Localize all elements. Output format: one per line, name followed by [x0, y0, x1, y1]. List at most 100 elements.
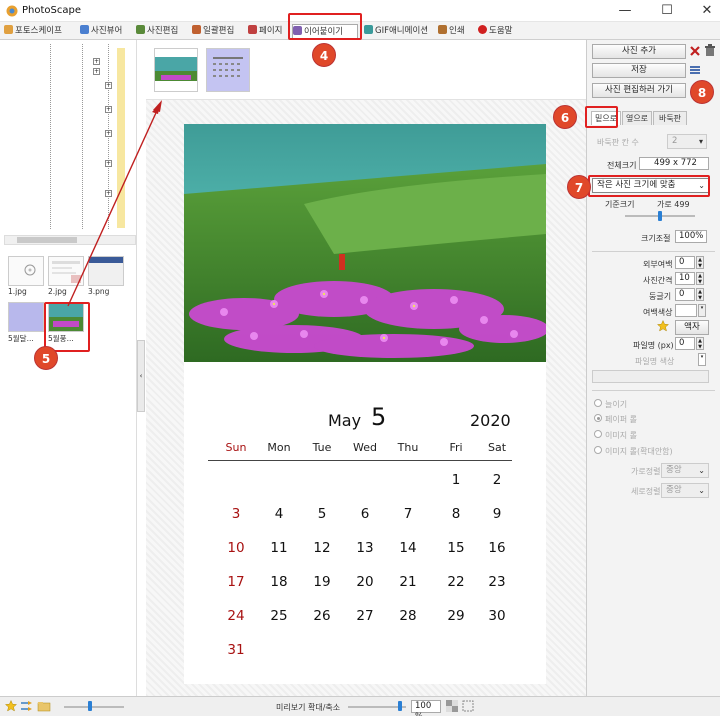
tab-viewer-icon — [80, 25, 89, 34]
calendar-day: 14 — [399, 540, 417, 556]
filmstrip-photo-thumb[interactable] — [154, 48, 198, 92]
remove-x-icon[interactable] — [689, 45, 701, 57]
calendar-divider — [208, 460, 512, 461]
thumbnail-size-slider-thumb[interactable] — [88, 701, 92, 711]
tab-grid[interactable]: 바둑판 — [653, 111, 687, 125]
tree-horizontal-scrollbar[interactable] — [4, 235, 136, 245]
tab-viewer[interactable]: 사진뷰어 — [80, 24, 132, 39]
preview-canvas[interactable]: May 5 2020 Sun Mon Tue Wed Thu Fri Sat 1… — [146, 100, 586, 696]
preview-zoom-input[interactable]: 100 % — [411, 700, 441, 716]
outer-margin-label: 외부여백 — [643, 260, 673, 269]
base-size-slider-thumb[interactable] — [658, 211, 662, 221]
list-view-icon[interactable] — [689, 64, 701, 76]
tree-expand-icon[interactable]: + — [105, 106, 112, 113]
pane-collapse-handle[interactable]: ‹ — [137, 340, 145, 412]
border-input[interactable]: 0 — [675, 337, 695, 350]
h-align-select[interactable]: 중앙 ⌄ — [661, 463, 709, 478]
tab-gif-icon — [364, 25, 373, 34]
stretch-radio[interactable] — [594, 399, 602, 407]
calendar-day: 30 — [488, 608, 506, 624]
border-color-dropdown[interactable]: ▾ — [698, 353, 706, 366]
scrollbar-thumb[interactable] — [17, 237, 77, 243]
calendar-day: 2 — [492, 472, 502, 488]
image-roll-radio[interactable] — [594, 430, 602, 438]
tab-print[interactable]: 인쇄 — [438, 24, 474, 39]
save-button[interactable]: 저장 — [592, 63, 686, 78]
status-bar: 미리보기 확대/축소 100 % — [0, 696, 720, 716]
go-to-editor-button[interactable]: 사진 편집하러 가기 — [592, 83, 686, 98]
add-photo-button[interactable]: 사진 추가 — [592, 44, 686, 59]
scale-input[interactable]: 100% — [675, 230, 707, 243]
weekday-label: Sun — [225, 441, 247, 454]
thumbnail-size-slider-track[interactable] — [64, 706, 124, 708]
calendar-day: 9 — [492, 506, 502, 522]
calendar-year: 2020 — [470, 411, 511, 430]
calendar-day: 4 — [274, 506, 284, 522]
tree-expand-icon[interactable]: + — [105, 130, 112, 137]
tree-expand-icon[interactable]: + — [93, 68, 100, 75]
file-thumbnail-3[interactable]: 3.png — [88, 256, 124, 296]
tree-expand-icon[interactable]: + — [105, 82, 112, 89]
chevron-down-icon: ⌄ — [698, 466, 705, 475]
grid-cols-select[interactable]: 2 ▾ — [667, 134, 707, 149]
tab-batch[interactable]: 일괄편집 — [192, 24, 244, 39]
calendar-day: 10 — [227, 540, 245, 556]
calendar-day: 3 — [231, 506, 241, 522]
annotation-box-down-tab — [585, 106, 618, 128]
annotation-badge: 6 — [553, 105, 577, 129]
tab-gif[interactable]: GIF애니메이션 — [364, 24, 434, 39]
flower-photo — [184, 124, 546, 362]
favorite-star-icon[interactable] — [5, 700, 17, 712]
tab-batch-icon — [192, 25, 201, 34]
tab-help[interactable]: 도움말 — [478, 24, 524, 39]
filename-text-field — [592, 370, 709, 383]
border-spinner[interactable]: ▲ ▼ — [696, 337, 704, 350]
base-size-value: 가로 499 — [657, 200, 690, 209]
file-thumbnail-1[interactable]: 1.jpg — [8, 256, 44, 296]
folder-tree[interactable]: + + + + + + + — [0, 40, 137, 235]
paper-roll-radio[interactable] — [594, 414, 602, 422]
tab-photoscape[interactable]: 포토스케이프 — [4, 24, 76, 39]
filmstrip-calendar-thumb[interactable] — [206, 48, 250, 92]
outer-margin-spinner[interactable]: ▲ ▼ — [696, 256, 704, 269]
thumbnail-caption: 2.jpg — [48, 287, 67, 296]
v-align-select[interactable]: 중앙 ⌄ — [661, 483, 709, 498]
tab-page[interactable]: 페이지 — [248, 24, 290, 39]
file-thumbnail-2[interactable]: 2.jpg — [48, 256, 84, 296]
section-divider — [592, 390, 715, 391]
shuffle-icon[interactable] — [20, 700, 34, 712]
margin-color-dropdown[interactable]: ▾ — [698, 304, 706, 317]
preview-zoom-slider-thumb[interactable] — [398, 701, 402, 711]
fit-screen-icon[interactable] — [462, 700, 474, 712]
margin-color-swatch[interactable] — [675, 304, 697, 317]
tab-editor[interactable]: 사진편집 — [136, 24, 188, 39]
folder-star-icon[interactable] — [37, 700, 51, 712]
trash-icon[interactable] — [704, 44, 716, 57]
minimize-button[interactable]: — — [612, 2, 638, 20]
close-button[interactable]: ✕ — [694, 2, 720, 20]
thumbnail-image — [8, 256, 44, 286]
calendar-day: 1 — [451, 472, 461, 488]
photo-gap-spinner[interactable]: ▲ ▼ — [696, 272, 704, 285]
thumbnail-image — [48, 256, 84, 286]
image-roll-nozoom-radio[interactable] — [594, 446, 602, 454]
round-spinner[interactable]: ▲ ▼ — [696, 288, 704, 301]
photo-gap-input[interactable]: 10 — [675, 272, 695, 285]
annotation-box-thumbnail — [44, 302, 90, 352]
tree-expand-icon[interactable]: + — [105, 190, 112, 197]
calendar-day: 13 — [356, 540, 374, 556]
transparency-grid-icon[interactable] — [446, 700, 458, 712]
calendar-day: 23 — [488, 574, 506, 590]
tab-side[interactable]: 옆으로 — [622, 111, 652, 125]
file-thumbnail-4[interactable]: 5월달... — [8, 302, 44, 343]
calendar-day: 16 — [488, 540, 506, 556]
annotation-badge: 4 — [312, 43, 336, 67]
total-size-label: 전체크기 — [607, 161, 637, 170]
round-input[interactable]: 0 — [675, 288, 695, 301]
frame-button[interactable]: 액자 — [675, 320, 709, 335]
tree-expand-icon[interactable]: + — [105, 160, 112, 167]
thumbnail-caption: 5월달... — [8, 334, 34, 343]
tree-expand-icon[interactable]: + — [93, 58, 100, 65]
maximize-button[interactable]: ☐ — [654, 2, 680, 20]
outer-margin-input[interactable]: 0 — [675, 256, 695, 269]
